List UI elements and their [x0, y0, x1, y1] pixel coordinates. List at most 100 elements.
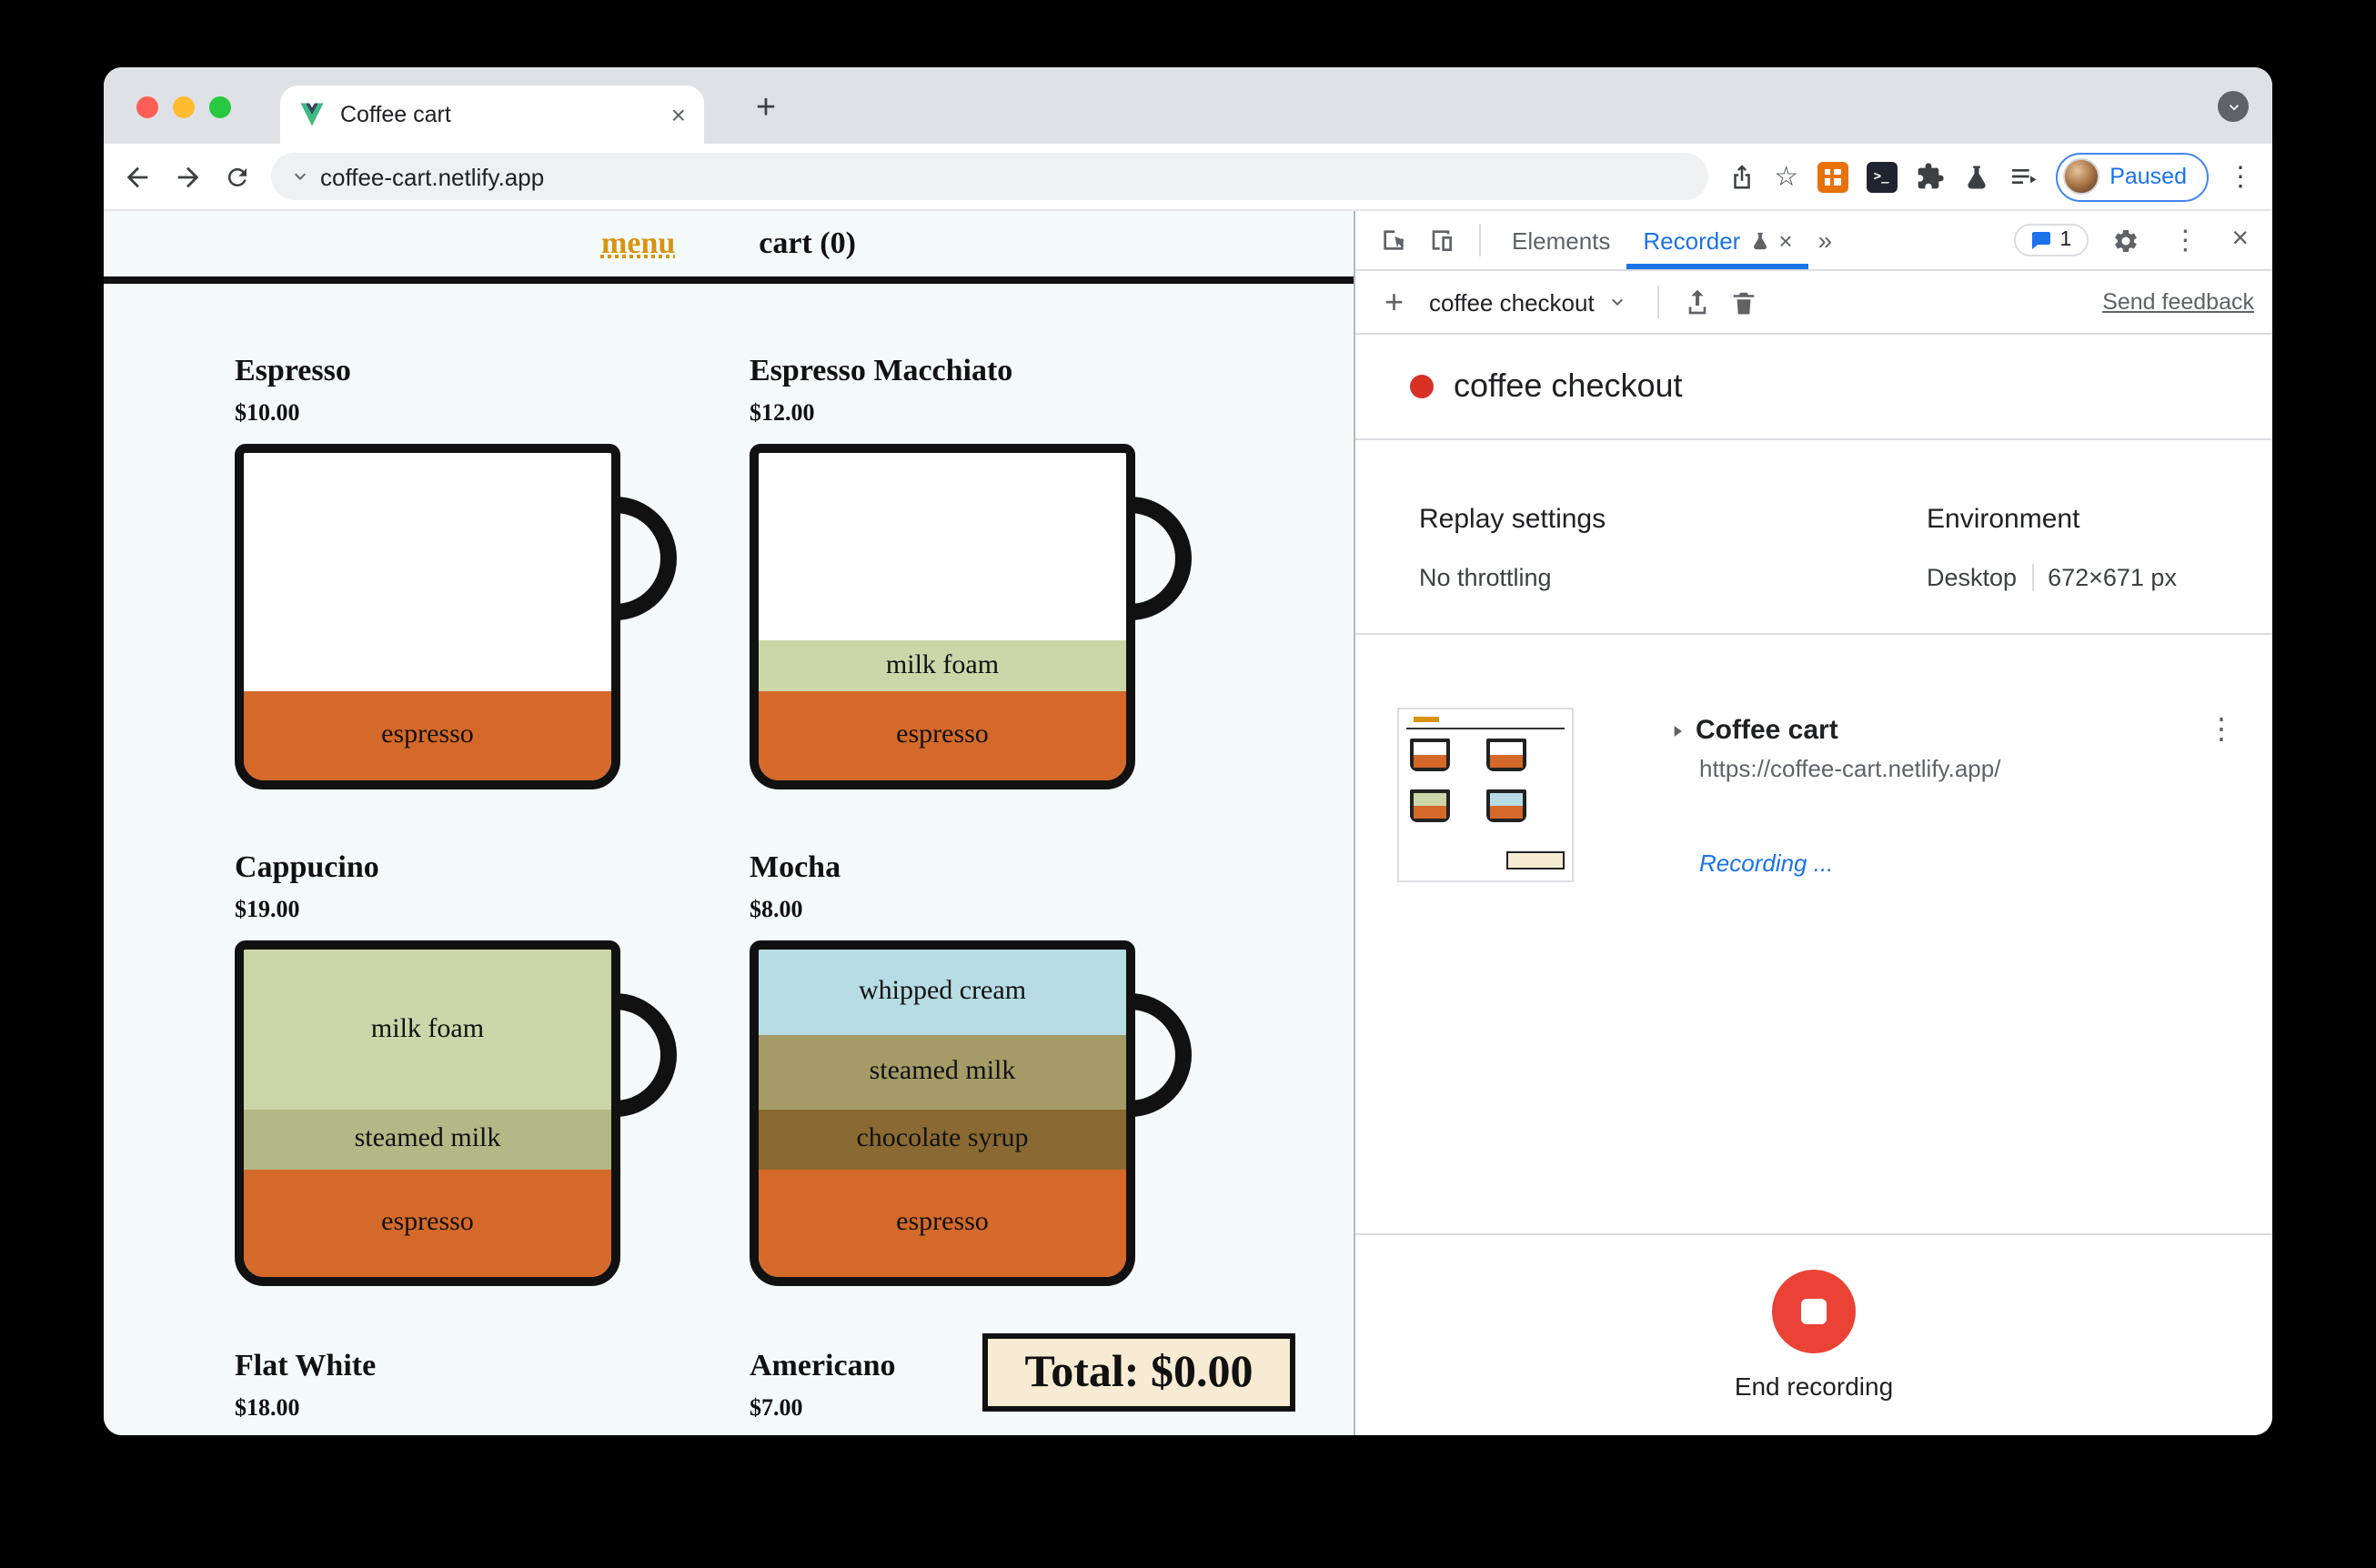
window-controls [136, 96, 231, 118]
environment-value: Desktop 672×671 px [1927, 564, 2177, 591]
new-tab-button[interactable]: + [740, 84, 791, 135]
cup-layer: chocolate syrup [759, 1110, 1126, 1170]
recording-title: coffee checkout [1454, 367, 1683, 404]
extension-terminal-icon[interactable]: >_ [1866, 161, 1898, 192]
browser-tab[interactable]: Coffee cart × [280, 85, 704, 144]
tab-elements[interactable]: Elements [1495, 211, 1626, 269]
cup-body: milk foam steamed milk espresso [235, 940, 620, 1286]
step-status: Recording ... [1699, 849, 1834, 877]
stop-square-icon [1801, 1299, 1827, 1324]
replay-settings-label[interactable]: Replay settings [1419, 504, 1606, 535]
more-panels-icon[interactable]: » [1809, 226, 1842, 255]
issues-counter[interactable]: 1 [2014, 224, 2089, 256]
cup-layer-label: steamed milk [354, 1123, 501, 1153]
vue-favicon [298, 102, 326, 127]
window-content: menu cart (0) Espresso $10.00 espresso Espr… [104, 211, 2272, 1435]
url-bar[interactable]: coffee-cart.netlify.app [271, 153, 1709, 200]
item-name: Mocha [750, 849, 841, 884]
close-window-button[interactable] [136, 96, 158, 118]
extension-calculator-icon[interactable] [1817, 161, 1848, 192]
coffee-cup[interactable]: espresso [235, 444, 677, 789]
close-recorder-tab-icon[interactable]: × [1778, 226, 1792, 254]
tab-recorder[interactable]: Recorder × [1626, 211, 1808, 269]
menu-item: Espresso $10.00 espresso [235, 353, 677, 789]
chrome-labs-beaker-icon[interactable] [1962, 163, 1989, 190]
recorder-footer: End recording [1355, 1233, 2272, 1435]
devtools-menu-icon[interactable]: ⋮ [2162, 224, 2208, 256]
extensions-puzzle-icon[interactable] [1915, 162, 1944, 191]
cup-layer-label: espresso [896, 720, 989, 750]
cup-layer: espresso [759, 1169, 1126, 1277]
site-info-chevron-icon[interactable] [289, 166, 311, 187]
cup-layer: espresso [759, 691, 1126, 780]
end-recording-button[interactable] [1772, 1270, 1856, 1353]
reading-list-icon[interactable] [2008, 162, 2037, 191]
item-price: $19.00 [235, 895, 300, 922]
recording-indicator-dot [1410, 375, 1434, 398]
step-title: Coffee cart [1696, 715, 1838, 746]
close-devtools-icon[interactable]: × [2222, 224, 2258, 256]
browser-menu-icon[interactable]: ⋮ [2227, 160, 2254, 193]
share-icon[interactable] [1728, 163, 1756, 190]
tab-strip: Coffee cart × + [104, 67, 2272, 144]
devtools-tab-bar: Elements Recorder × » 1 ⋮ × [1355, 211, 2272, 271]
tab-search-button[interactable] [2218, 91, 2249, 122]
cup-body: whipped cream steamed milk chocolate syrup… [750, 940, 1135, 1286]
recording-header: coffee checkout [1355, 335, 2272, 440]
send-feedback-link[interactable]: Send feedback [2102, 289, 2254, 315]
back-button[interactable] [122, 161, 153, 192]
cup-layer: steamed milk [759, 1034, 1126, 1111]
cup-layer-label: milk foam [885, 650, 1000, 679]
cup-layer: whipped cream [759, 950, 1126, 1035]
cup-layer-label: steamed milk [869, 1057, 1016, 1087]
cup-layer: espresso [244, 1169, 611, 1277]
inspect-element-icon[interactable] [1370, 226, 1417, 255]
replay-settings-value: No throttling [1419, 564, 1552, 591]
recording-thumbnail [1397, 708, 1574, 882]
delete-recording-icon[interactable] [1722, 288, 1767, 316]
nav-link-cart[interactable]: cart (0) [759, 226, 856, 262]
profile-paused-button[interactable]: Paused [2055, 152, 2209, 201]
cup-layer: milk foam [759, 639, 1126, 692]
zoom-window-button[interactable] [209, 96, 231, 118]
coffee-cup[interactable]: whipped cream steamed milk chocolate syrup… [750, 940, 1192, 1286]
item-name: Flat White [235, 1348, 377, 1382]
devtools-panel: Elements Recorder × » 1 ⋮ × + coffee che… [1354, 211, 2272, 1435]
nav-link-menu[interactable]: menu [601, 226, 675, 262]
environment-device: Desktop [1927, 564, 2018, 591]
toolbar-actions: ☆ >_ Paused ⋮ [1728, 152, 2254, 201]
step-entry[interactable]: Coffee cart https://coffee-cart.netlify.… [1668, 715, 2000, 877]
menu-item: Espresso Macchiato $12.00 milk foam espress… [750, 353, 1192, 789]
expand-step-icon[interactable] [1668, 721, 1686, 739]
cup-layer-label: espresso [381, 720, 474, 750]
device-toolbar-icon[interactable] [1417, 226, 1465, 255]
coffee-cup[interactable]: milk foam steamed milk espresso [235, 940, 677, 1286]
export-recording-icon[interactable] [1675, 287, 1722, 317]
cup-layer-label: chocolate syrup [856, 1123, 1029, 1153]
cup-layer-label: espresso [381, 1207, 474, 1237]
browser-toolbar: coffee-cart.netlify.app ☆ >_ Paused ⋮ [104, 144, 2272, 211]
bookmark-star-icon[interactable]: ☆ [1774, 160, 1798, 193]
forward-button[interactable] [173, 161, 204, 192]
item-price: $12.00 [750, 398, 815, 426]
menu-item: Flat White $18.00 [235, 1348, 620, 1435]
coffee-cart-page: menu cart (0) Espresso $10.00 espresso Espr… [104, 211, 1354, 1435]
cup-body: espresso [235, 444, 620, 789]
step-menu-icon[interactable]: ⋮ [2207, 711, 2236, 748]
coffee-cup[interactable]: milk foam espresso [750, 444, 1192, 789]
tab-close-icon[interactable]: × [671, 100, 686, 129]
browser-window: Coffee cart × + coffee-cart.netlify.app … [104, 67, 2272, 1435]
chevron-down-icon [1612, 298, 1624, 306]
add-recording-button[interactable]: + [1374, 283, 1415, 321]
experiment-beaker-icon [1753, 231, 1767, 249]
reload-button[interactable] [224, 163, 251, 190]
step-url: https://coffee-cart.netlify.app/ [1699, 755, 2001, 782]
menu-item: Mocha $8.00 whipped cream steamed milk choco… [750, 849, 1192, 1286]
devtools-settings-gear-icon[interactable] [2102, 226, 2148, 254]
minimize-window-button[interactable] [173, 96, 195, 118]
recording-select[interactable]: coffee checkout [1415, 288, 1644, 316]
total-checkout-button[interactable]: Total: $0.00 [982, 1333, 1295, 1412]
tab-title: Coffee cart [340, 102, 451, 127]
environment-label[interactable]: Environment [1927, 504, 2079, 535]
cup-layer: milk foam [244, 950, 611, 1111]
